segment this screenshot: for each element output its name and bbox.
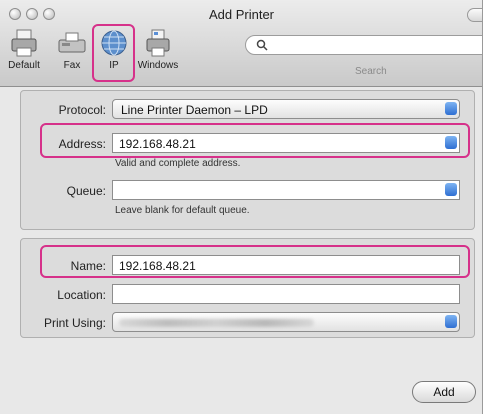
location-field[interactable] — [112, 284, 460, 304]
print-using-label: Print Using: — [43, 316, 106, 330]
blurred-driver-name — [119, 319, 314, 327]
queue-hint: Leave blank for default queue. — [115, 205, 250, 216]
chevron-updown-icon — [445, 102, 457, 115]
toolbar-item-fax[interactable]: Fax — [50, 28, 94, 84]
location-label: Location: — [57, 288, 106, 302]
chevron-down-icon[interactable] — [445, 183, 457, 196]
search-field[interactable] — [245, 35, 482, 55]
address-highlight-frame — [40, 123, 470, 158]
search-label: Search — [355, 66, 387, 77]
protocol-label: Protocol: — [58, 103, 106, 117]
toolbar-item-label: Fax — [63, 60, 81, 71]
name-highlight-frame — [40, 245, 470, 278]
print-using-select[interactable] — [112, 312, 460, 332]
window-toolbar: Add Printer Default Fax IP Windows Searc… — [0, 0, 482, 87]
window-title: Add Printer — [208, 7, 275, 22]
default-printer-icon — [11, 29, 37, 57]
toolbar-item-windows[interactable]: Windows — [134, 28, 182, 84]
windows-printer-icon — [146, 29, 170, 57]
ip-highlight-frame — [92, 24, 135, 82]
protocol-select[interactable]: Line Printer Daemon – LPD — [112, 99, 460, 119]
toolbar-item-label: Windows — [137, 60, 179, 71]
add-button[interactable]: Add — [412, 381, 476, 403]
toolbar-item-default[interactable]: Default — [2, 28, 46, 84]
toolbar-item-label: Default — [8, 60, 40, 71]
chevron-updown-icon — [445, 315, 457, 328]
search-icon — [256, 39, 268, 51]
toolbar-toggle-button[interactable] — [467, 8, 482, 22]
protocol-value: Line Printer Daemon – LPD — [121, 103, 268, 117]
fax-icon — [58, 32, 86, 53]
queue-field[interactable] — [112, 180, 460, 200]
queue-label: Queue: — [66, 184, 106, 198]
address-hint: Valid and complete address. — [115, 158, 241, 169]
add-printer-window: Add Printer Default Fax IP Windows Searc… — [0, 0, 483, 414]
